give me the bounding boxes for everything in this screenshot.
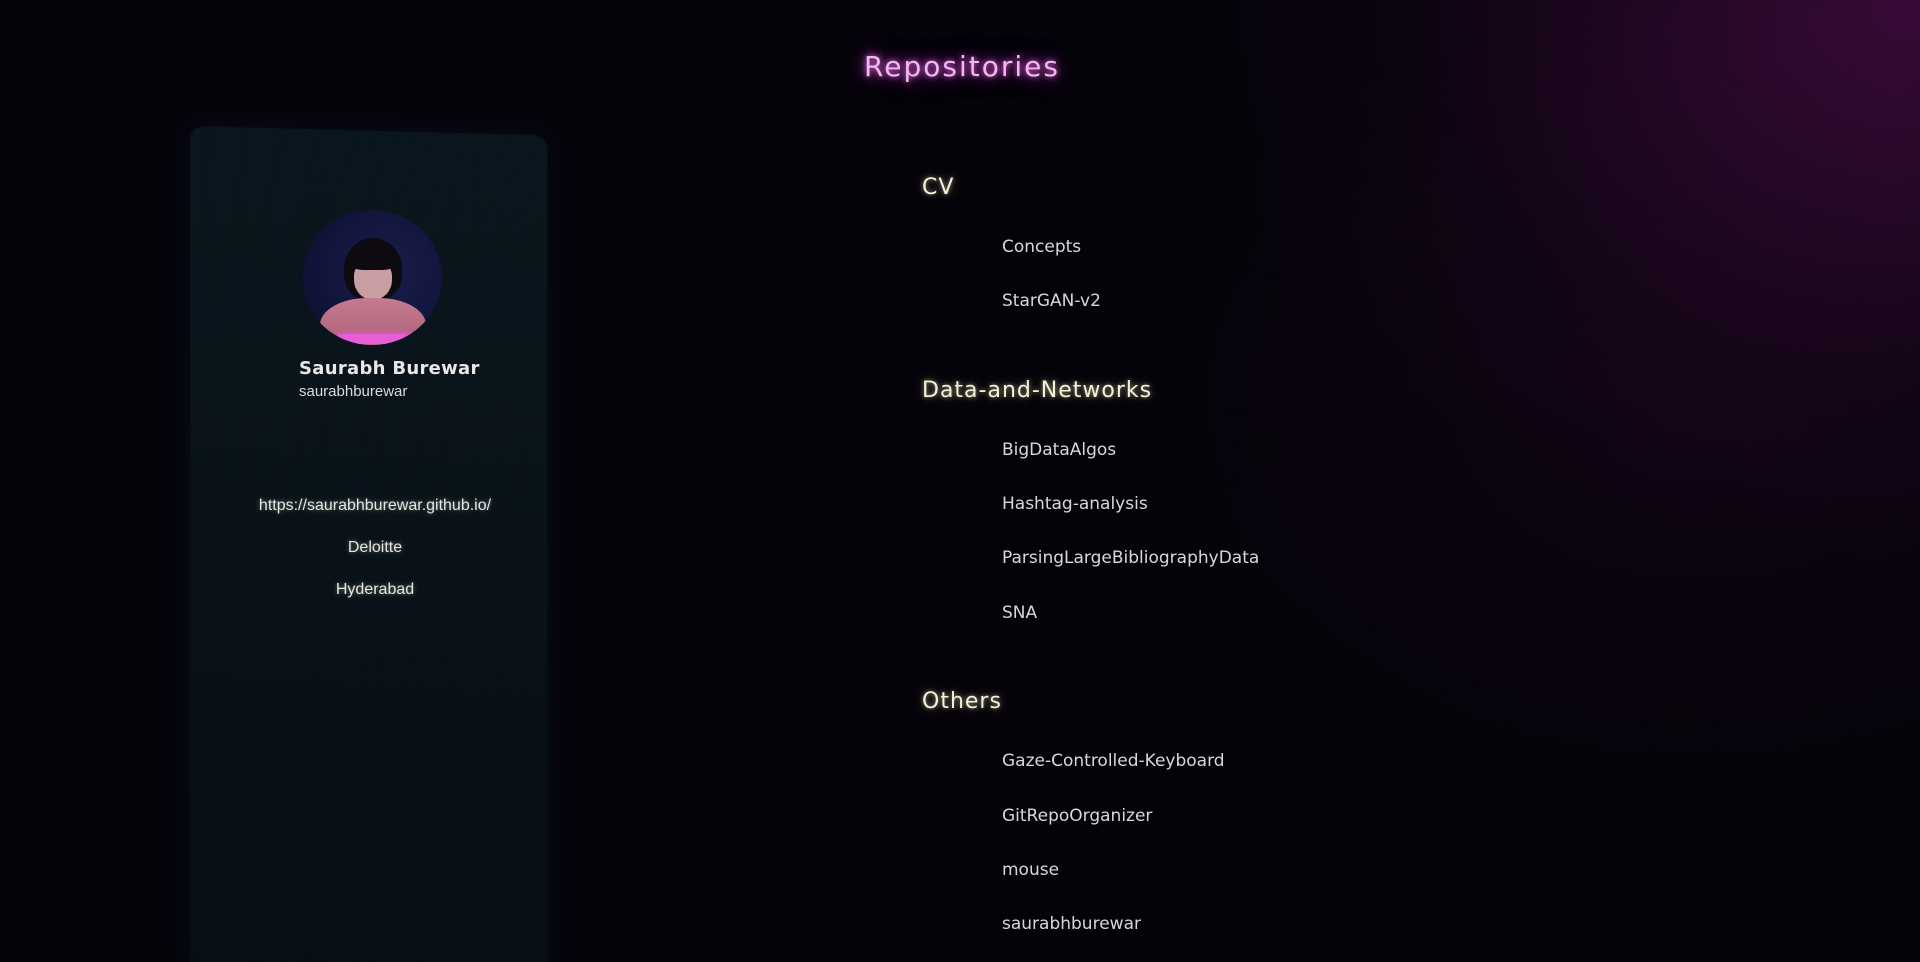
profile-website-link[interactable]: https://saurabhburewar.github.io/: [200, 497, 550, 515]
repo-item[interactable]: BigDataAlgos: [1002, 440, 1116, 460]
repo-item[interactable]: Gaze-Controlled-Keyboard: [1002, 751, 1225, 771]
repo-item[interactable]: SNA: [1002, 603, 1037, 623]
repo-section-title-others: Others: [922, 689, 1002, 714]
avatar-fringe: [350, 248, 396, 270]
profile-company: Deloitte: [200, 539, 550, 557]
avatar: [302, 210, 442, 345]
repo-item[interactable]: saurabhburewar: [1002, 914, 1141, 934]
page-title: Repositories: [0, 50, 1920, 83]
avatar-laptop: [338, 334, 410, 344]
profile-username: saurabhburewar: [299, 383, 407, 400]
repo-item[interactable]: StarGAN-v2: [1002, 291, 1101, 311]
profile-name: Saurabh Burewar: [299, 358, 480, 379]
repo-section-title-cv: CV: [922, 175, 954, 200]
repo-item[interactable]: Concepts: [1002, 237, 1081, 257]
repo-item[interactable]: ParsingLargeBibliographyData: [1002, 548, 1259, 568]
repo-section-title-data-and-networks: Data-and-Networks: [922, 378, 1152, 403]
repo-item[interactable]: GitRepoOrganizer: [1002, 806, 1152, 826]
repo-item[interactable]: Hashtag-analysis: [1002, 494, 1148, 514]
profile-location: Hyderabad: [200, 581, 550, 599]
repo-item[interactable]: mouse: [1002, 860, 1059, 880]
